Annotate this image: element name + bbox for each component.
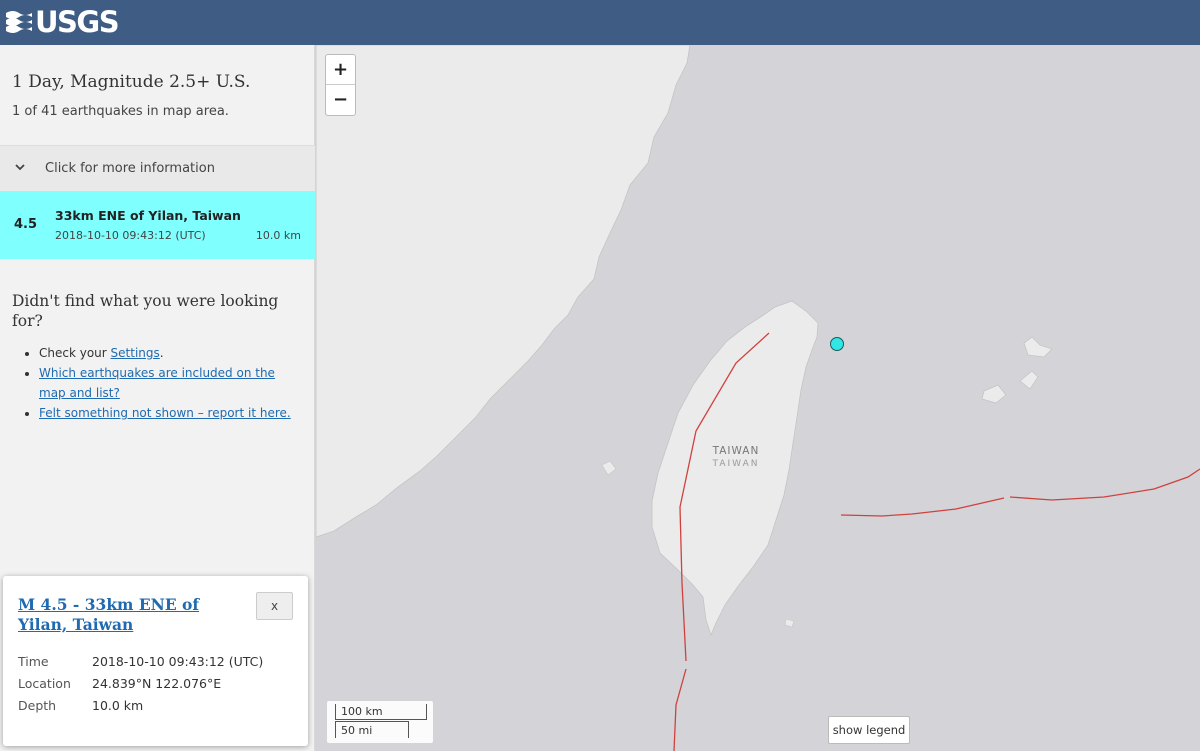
show-legend-button[interactable]: show legend [828,716,910,744]
help-item-settings: Check your Settings. [39,343,296,363]
popup-title-link[interactable]: M 4.5 - 33km ENE of Yilan, Taiwan [18,595,243,635]
list-item-earthquake[interactable]: 4.5 33km ENE of Yilan, Taiwan 2018-10-10… [0,191,315,259]
header-bar: USGS [0,0,1200,45]
help-item-which: Which earthquakes are included on the ma… [39,363,296,403]
quake-depth: 10.0 km [255,229,301,242]
help-item-suffix: . [159,346,164,360]
place-label-taiwan: TAIWAN [712,445,760,457]
scale-km: 100 km [335,704,427,720]
zoom-out-button[interactable]: − [326,85,355,115]
popup-depth-label: Depth [18,698,57,713]
more-info-label: Click for more information [45,161,215,176]
help-item-felt: Felt something not shown – report it her… [39,403,296,423]
popup-location-label: Location [18,676,71,691]
map-view[interactable]: TAIWAN TAIWAN + − 100 km 50 mi show lege… [316,45,1200,751]
zoom-control: + − [325,54,356,116]
scale-bar: 100 km 50 mi [327,701,433,743]
popup-time-value: 2018-10-10 09:43:12 (UTC) [92,654,264,669]
help-list: Check your Settings. Which earthquakes a… [26,343,296,423]
help-heading: Didn't find what you were looking for? [12,292,279,330]
earthquake-marker[interactable] [830,337,844,351]
more-info-toggle[interactable]: Click for more information [0,145,315,191]
popup-depth-value: 10.0 km [92,698,144,713]
usgs-logo[interactable]: USGS [5,4,120,40]
zoom-in-button[interactable]: + [326,55,355,85]
felt-report-link[interactable]: Felt something not shown – report it her… [39,406,291,420]
list-title: 1 Day, Magnitude 2.5+ U.S. [12,72,251,92]
quake-time: 2018-10-10 09:43:12 (UTC) [55,229,206,242]
close-button[interactable]: x [256,592,293,620]
popup-time-label: Time [18,654,49,669]
popup-location-value: 24.839°N 122.076°E [92,676,222,691]
chevron-down-icon [15,164,25,171]
help-item-prefix: Check your [39,346,111,360]
list-count: 1 of 41 earthquakes in map area. [12,104,229,119]
map-canvas[interactable] [316,45,1200,751]
usgs-wave-icon [6,11,32,33]
settings-link[interactable]: Settings [111,346,160,360]
which-earthquakes-link[interactable]: Which earthquakes are included on the ma… [39,366,275,400]
quake-magnitude: 4.5 [14,217,38,232]
quake-place: 33km ENE of Yilan, Taiwan [55,208,241,223]
earthquake-popup: M 4.5 - 33km ENE of Yilan, Taiwan x Time… [3,576,308,746]
scale-mi: 50 mi [335,721,409,738]
place-label-taiwan-native: TAIWAN [712,459,760,469]
logo-text: USGS [35,5,120,39]
